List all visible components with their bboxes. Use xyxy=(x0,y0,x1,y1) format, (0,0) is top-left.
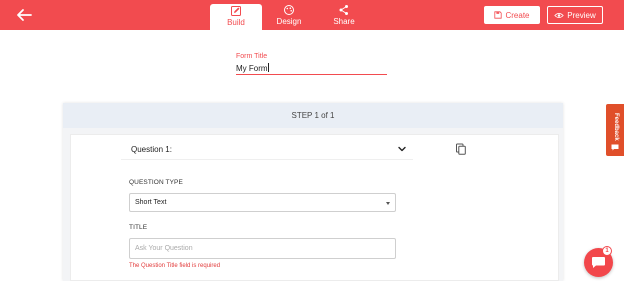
question-type-value: Short Text xyxy=(135,199,167,206)
question-type-select[interactable]: Short Text xyxy=(129,193,396,212)
feedback-icon xyxy=(611,144,619,151)
chat-launcher-button[interactable]: 1 xyxy=(584,246,613,277)
edit-icon xyxy=(231,6,241,16)
duplicate-icon[interactable] xyxy=(455,143,467,155)
question-header[interactable]: Question 1: xyxy=(121,138,413,160)
question-heading: Question 1: xyxy=(131,145,172,154)
tab-design-label: Design xyxy=(276,17,302,26)
feedback-tab[interactable]: Feedback xyxy=(606,104,624,156)
save-icon xyxy=(494,11,503,19)
text-caret xyxy=(267,63,269,72)
tab-share-label: Share xyxy=(333,17,355,26)
back-arrow-icon[interactable] xyxy=(15,8,33,22)
question-type-label: QUESTION TYPE xyxy=(129,179,183,186)
eye-icon xyxy=(554,12,565,18)
create-button[interactable]: Create xyxy=(484,6,540,24)
preview-button[interactable]: Preview xyxy=(547,6,603,24)
form-title-value: My Form xyxy=(236,64,268,73)
chevron-down-icon[interactable] xyxy=(397,144,407,154)
share-icon xyxy=(339,5,348,15)
tab-design[interactable]: Design xyxy=(263,3,315,29)
tab-build[interactable]: Build xyxy=(210,4,262,30)
chat-notification-badge: 1 xyxy=(602,246,612,256)
question-title-input[interactable]: Ask Your Question xyxy=(129,238,396,259)
tab-share[interactable]: Share xyxy=(318,3,370,29)
caret-down-icon xyxy=(386,202,390,205)
chat-bubble-icon xyxy=(592,257,605,268)
question-title-label: TITLE xyxy=(129,224,148,231)
tab-build-label: Build xyxy=(227,18,245,27)
question-title-placeholder: Ask Your Question xyxy=(135,245,193,252)
top-navbar: Build Design Share Create Preview xyxy=(0,0,624,30)
question-card: Question 1: QUESTION TYPE Short Text TIT… xyxy=(70,134,559,281)
preview-button-label: Preview xyxy=(567,10,596,20)
step-header: STEP 1 of 1 xyxy=(63,103,563,128)
title-error-message: The Question Title field is required xyxy=(129,263,221,269)
form-title-input[interactable]: My Form xyxy=(236,63,387,75)
step-panel: STEP 1 of 1 Question 1: QUESTION TYPE Sh… xyxy=(63,103,563,281)
form-title-label: Form Title xyxy=(236,53,268,60)
create-button-label: Create xyxy=(505,10,530,20)
palette-icon xyxy=(284,5,294,15)
